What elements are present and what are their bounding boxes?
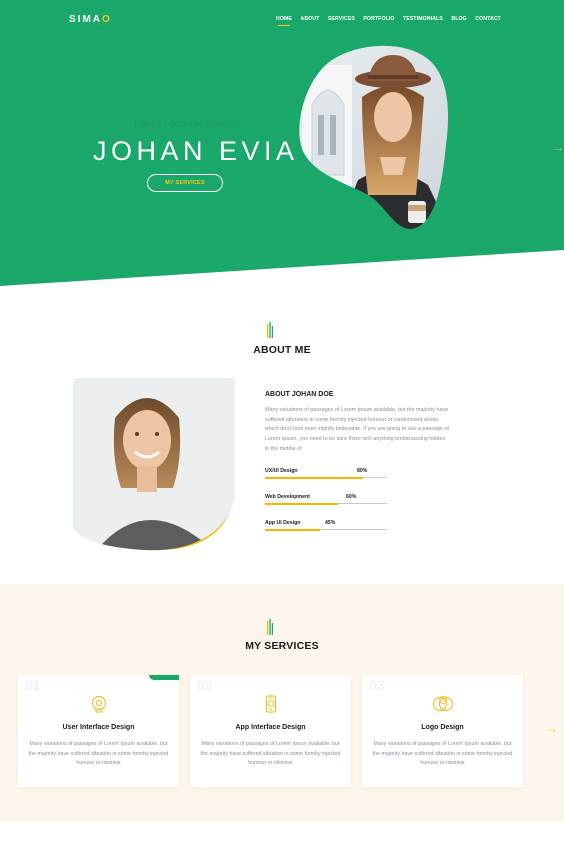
hero-name: JOHAN EVIA: [93, 136, 299, 166]
skill-fill: [265, 476, 363, 479]
card-description: Many variations of passages of Lorem Ips…: [28, 741, 169, 766]
nav-services[interactable]: SERVICES: [328, 16, 355, 22]
card-title: Logo Design: [421, 724, 464, 731]
skill-label: UX/UI Design: [265, 468, 298, 474]
skill-uxui: UX/UI Design 80%: [265, 468, 387, 480]
brand-logo[interactable]: SIMAO: [69, 14, 112, 25]
logo-circles-icon: [433, 696, 453, 711]
about-description: Many variations of passages of Lorem Ips…: [265, 407, 449, 452]
service-card-app-design[interactable]: 02 App Interface Design Many variations …: [190, 675, 351, 787]
card-active-corner: [149, 675, 179, 680]
nav-about[interactable]: ABOUT: [300, 16, 319, 22]
skill-label: Web Development: [265, 494, 310, 500]
nav-blog[interactable]: BLOG: [451, 16, 466, 22]
nav-portfolio[interactable]: PORTFOLIO: [363, 16, 394, 22]
card-number: 02: [197, 677, 213, 693]
section-bars-icon: [267, 619, 273, 635]
main-nav: HOME ABOUT SERVICES PORTFOLIO TESTIMONIA…: [276, 16, 509, 26]
skill-web-development: Web Development 60%: [265, 494, 387, 506]
skill-fill: [265, 502, 339, 505]
nav-home[interactable]: HOME: [276, 16, 292, 26]
hero-next-arrow-icon[interactable]: →: [553, 142, 564, 154]
lightbulb-head-icon: [92, 696, 106, 713]
card-description: Many variations of passages of Lorem Ips…: [200, 741, 341, 766]
nav-contact[interactable]: CONTACT: [475, 16, 501, 22]
skill-percent: 45%: [325, 520, 336, 526]
section-bars-icon: [267, 322, 273, 338]
about-title: ABOUT ME: [253, 344, 311, 356]
skill-fill: [265, 528, 320, 531]
services-section: MY SERVICES 01 User Interface Design Man…: [0, 584, 564, 822]
skill-percent: 60%: [346, 494, 357, 500]
about-portrait-image: [73, 378, 235, 551]
nav-testimonials[interactable]: TESTIMONIALS: [403, 16, 443, 22]
hero-portrait-image: [299, 45, 449, 230]
card-title: User Interface Design: [62, 724, 135, 731]
my-services-button[interactable]: MY SERVICES: [147, 174, 223, 192]
smartphone-icon: [266, 695, 276, 713]
hero-section: SIMAO HOME ABOUT SERVICES PORTFOLIO TEST…: [0, 0, 564, 290]
service-card-logo-design[interactable]: 03 Logo Design Many variations of passag…: [362, 675, 523, 787]
card-number: 03: [369, 677, 385, 693]
hero-greeting: Hello I am Designer: [134, 118, 237, 130]
service-card-ui-design[interactable]: 01 User Interface Design Many variations…: [18, 675, 179, 787]
skill-label: App UI Design: [265, 520, 301, 526]
skill-app-ui: App UI Design 45%: [265, 520, 387, 532]
skill-percent: 80%: [357, 468, 368, 474]
services-next-arrow-icon[interactable]: →: [547, 723, 558, 735]
about-subtitle: ABOUT JOHAN DOE: [265, 391, 334, 398]
card-title: App Interface Design: [235, 724, 306, 731]
services-title: MY SERVICES: [245, 640, 319, 652]
card-number: 01: [25, 677, 41, 693]
card-description: Many variations of passages of Lorem Ips…: [372, 741, 513, 766]
